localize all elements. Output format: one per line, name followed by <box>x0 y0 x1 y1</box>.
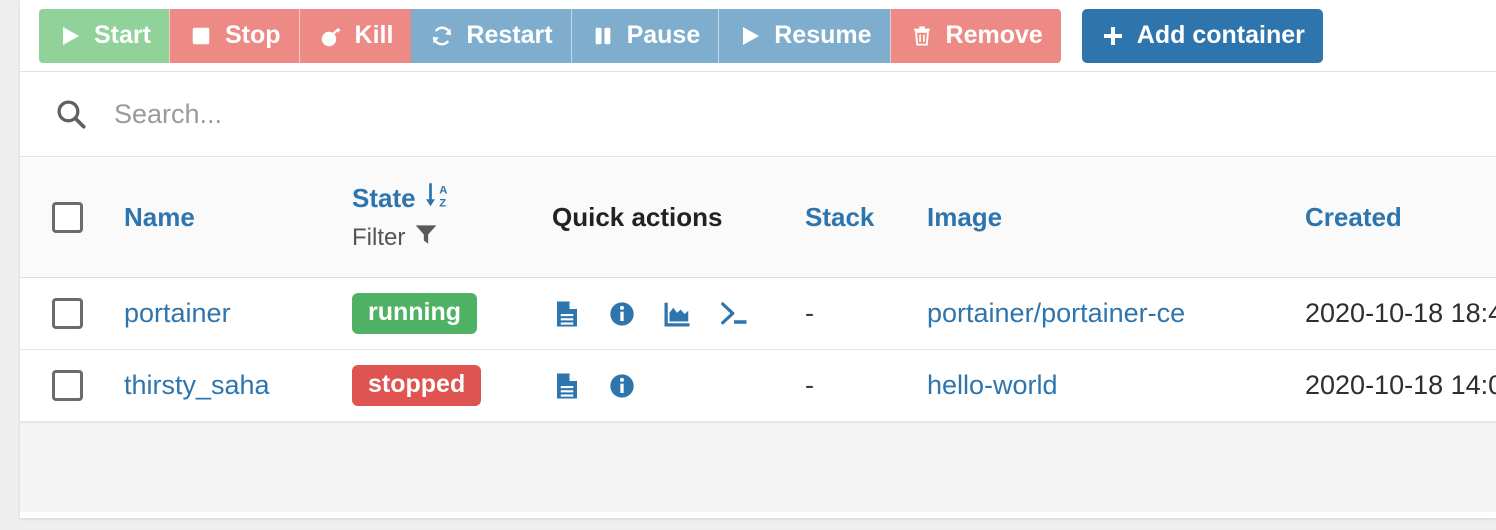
row-checkbox[interactable] <box>52 298 83 329</box>
restart-button[interactable]: Restart <box>411 9 570 63</box>
svg-text:Z: Z <box>439 197 446 209</box>
bomb-icon <box>318 23 344 49</box>
funnel-icon <box>413 221 439 254</box>
header-quick-actions: Quick actions <box>552 157 805 278</box>
start-button-label: Start <box>94 23 151 48</box>
containers-toolbar: Start Stop Kill <box>20 0 1496 72</box>
cell-state: running <box>352 278 552 350</box>
info-icon[interactable] <box>608 300 636 328</box>
cell-name: portainer <box>124 278 352 350</box>
cell-quick-actions <box>552 278 805 350</box>
header-quick-actions-label: Quick actions <box>552 202 723 232</box>
row-checkbox[interactable] <box>52 370 83 401</box>
container-name-link[interactable]: thirsty_saha <box>124 370 270 400</box>
header-image-label: Image <box>927 202 1002 232</box>
start-button[interactable]: Start <box>39 9 169 63</box>
header-created[interactable]: Created <box>1305 157 1496 278</box>
refresh-icon <box>429 23 455 49</box>
play-icon <box>737 23 763 49</box>
cell-stack: - <box>805 350 927 422</box>
header-image[interactable]: Image <box>927 157 1305 278</box>
containers-panel: Start Stop Kill <box>20 0 1496 518</box>
cell-stack: - <box>805 278 927 350</box>
cell-name: thirsty_saha <box>124 350 352 422</box>
select-all-header <box>20 157 124 278</box>
container-action-button-group: Start Stop Kill <box>39 9 1061 63</box>
restart-button-label: Restart <box>466 23 552 48</box>
stop-button-label: Stop <box>225 23 281 48</box>
console-icon[interactable] <box>718 299 750 329</box>
play-icon <box>57 23 83 49</box>
remove-button-label: Remove <box>946 23 1043 48</box>
table-row: thirsty_saha stopped <box>20 350 1496 422</box>
cell-state: stopped <box>352 350 552 422</box>
svg-text:A: A <box>439 184 447 196</box>
header-created-label: Created <box>1305 202 1402 232</box>
created-value: 2020-10-18 18:45: <box>1305 298 1496 328</box>
stack-value: - <box>805 298 814 328</box>
stats-icon[interactable] <box>662 299 692 329</box>
search-icon <box>54 97 88 131</box>
header-state-sort[interactable]: State A Z <box>352 180 552 217</box>
remove-button[interactable]: Remove <box>890 9 1061 63</box>
pause-button-label: Pause <box>627 23 701 48</box>
image-link[interactable]: portainer/portainer-ce <box>927 298 1185 328</box>
header-state-filter[interactable]: Filter <box>352 221 552 254</box>
table-row: portainer running <box>20 278 1496 350</box>
table-header-row: Name State A Z <box>20 157 1496 278</box>
kill-button-label: Kill <box>355 23 394 48</box>
header-state-label: State <box>352 183 416 214</box>
trash-icon <box>909 23 935 49</box>
resume-button-label: Resume <box>774 23 871 48</box>
created-value: 2020-10-18 14:08 <box>1305 370 1496 400</box>
header-state: State A Z Filter <box>352 157 552 278</box>
row-select-cell <box>20 350 124 422</box>
select-all-checkbox[interactable] <box>52 202 83 233</box>
stop-button[interactable]: Stop <box>169 9 299 63</box>
container-name-link[interactable]: portainer <box>124 298 231 328</box>
row-select-cell <box>20 278 124 350</box>
logs-icon[interactable] <box>552 299 582 329</box>
table-footer <box>20 422 1496 512</box>
pause-icon <box>590 23 616 49</box>
square-icon <box>188 23 214 49</box>
header-name-label: Name <box>124 202 195 232</box>
cell-created: 2020-10-18 18:45: <box>1305 278 1496 350</box>
header-stack[interactable]: Stack <box>805 157 927 278</box>
pause-button[interactable]: Pause <box>571 9 719 63</box>
resume-button[interactable]: Resume <box>718 9 889 63</box>
image-link[interactable]: hello-world <box>927 370 1058 400</box>
sort-alpha-down-icon: A Z <box>423 180 453 217</box>
stack-value: - <box>805 370 814 400</box>
search-bar <box>20 72 1496 157</box>
cell-quick-actions <box>552 350 805 422</box>
status-badge: stopped <box>352 365 481 406</box>
header-stack-label: Stack <box>805 202 874 232</box>
info-icon[interactable] <box>608 372 636 400</box>
containers-table: Name State A Z <box>20 157 1496 422</box>
status-badge: running <box>352 293 477 334</box>
cell-image: hello-world <box>927 350 1305 422</box>
cell-image: portainer/portainer-ce <box>927 278 1305 350</box>
header-name[interactable]: Name <box>124 157 352 278</box>
kill-button[interactable]: Kill <box>299 9 412 63</box>
logs-icon[interactable] <box>552 371 582 401</box>
cell-created: 2020-10-18 14:08 <box>1305 350 1496 422</box>
filter-label: Filter <box>352 224 405 252</box>
search-input[interactable] <box>112 98 916 131</box>
plus-icon <box>1100 23 1126 49</box>
add-container-button[interactable]: Add container <box>1082 9 1323 63</box>
add-container-button-label: Add container <box>1137 23 1305 48</box>
